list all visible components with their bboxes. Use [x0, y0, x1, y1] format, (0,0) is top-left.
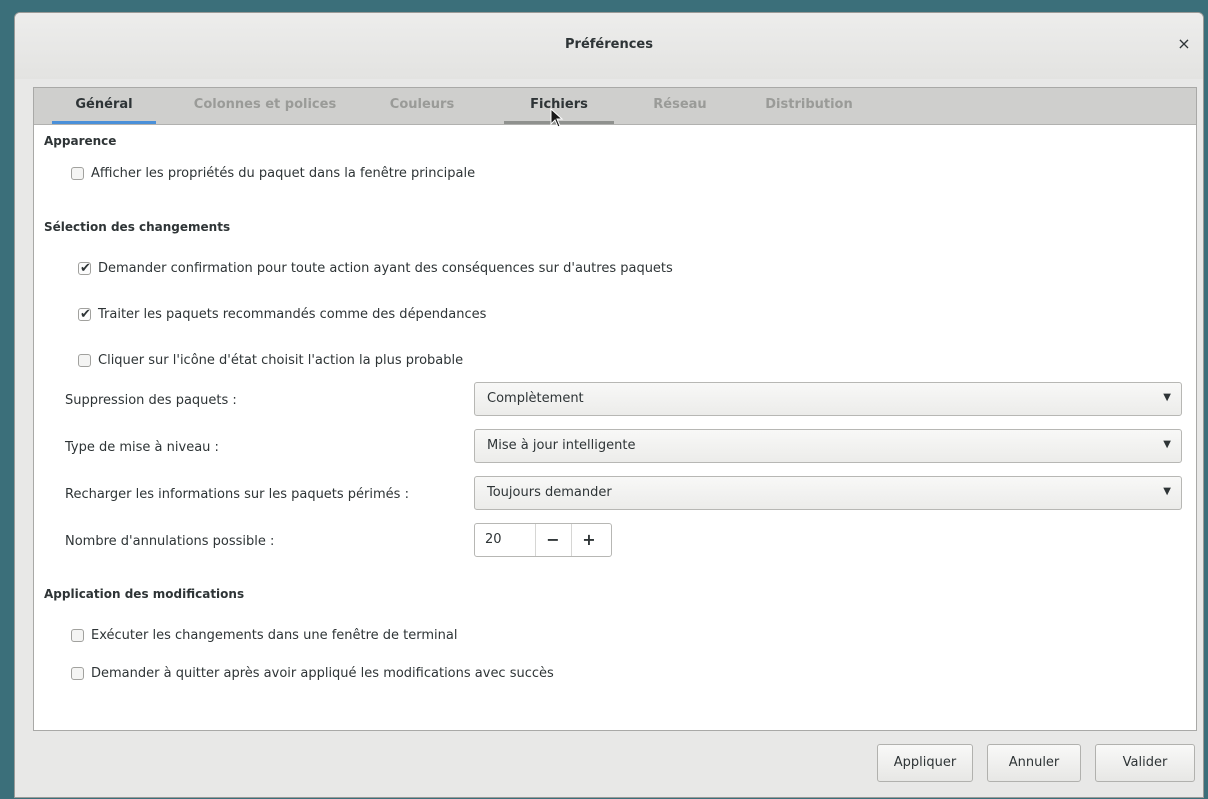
- preferences-notebook: Général Colonnes et polices Couleurs Fic…: [33, 87, 1197, 731]
- reload-info-value: Toujours demander: [487, 485, 612, 500]
- tab-general[interactable]: Général: [52, 88, 156, 124]
- general-tab-content: Apparence Afficher les propriétés du paq…: [34, 124, 1196, 730]
- confirm-changes-label: Demander confirmation pour toute action …: [98, 261, 673, 276]
- tab-network[interactable]: Réseau: [638, 88, 722, 124]
- window-title: Préférences: [565, 37, 653, 52]
- removal-value: Complètement: [487, 391, 584, 406]
- ok-button[interactable]: Valider: [1095, 744, 1195, 782]
- titlebar: Préférences ×: [15, 13, 1203, 79]
- increment-button[interactable]: +: [571, 524, 606, 556]
- undo-count-spinbutton[interactable]: 20 − +: [474, 523, 612, 557]
- dropdown-arrow-icon: ▼: [1163, 439, 1171, 450]
- treat-recommends-checkbox[interactable]: ✔: [78, 307, 91, 322]
- undo-count-value[interactable]: 20: [485, 532, 502, 547]
- run-in-terminal-label: Exécuter les changements dans une fenêtr…: [91, 628, 458, 643]
- section-apply-heading: Application des modifications: [44, 587, 245, 601]
- upgrade-type-value: Mise à jour intelligente: [487, 438, 636, 453]
- ask-quit-label: Demander à quitter après avoir appliqué …: [91, 666, 554, 681]
- cancel-button[interactable]: Annuler: [987, 744, 1081, 782]
- treat-recommends-label: Traiter les paquets recommandés comme de…: [98, 307, 487, 322]
- preferences-window: Préférences × Général Colonnes et police…: [14, 12, 1204, 798]
- reload-info-combo[interactable]: Toujours demander ▼: [474, 476, 1182, 510]
- upgrade-type-label: Type de mise à niveau :: [65, 440, 219, 455]
- run-in-terminal-checkbox[interactable]: [71, 629, 84, 642]
- upgrade-type-combo[interactable]: Mise à jour intelligente ▼: [474, 429, 1182, 463]
- dropdown-arrow-icon: ▼: [1163, 486, 1171, 497]
- ask-quit-checkbox[interactable]: [71, 667, 84, 680]
- mouse-pointer-icon: [550, 108, 564, 128]
- tab-bar: Général Colonnes et polices Couleurs Fic…: [34, 88, 1196, 125]
- apply-button[interactable]: Appliquer: [877, 744, 973, 782]
- decrement-button[interactable]: −: [535, 524, 570, 556]
- click-status-icon-checkbox[interactable]: [78, 354, 91, 367]
- tab-colors[interactable]: Couleurs: [374, 88, 470, 124]
- show-package-properties-checkbox[interactable]: [71, 167, 84, 180]
- dropdown-arrow-icon: ▼: [1163, 392, 1171, 403]
- checkmark-icon: ✔: [80, 261, 91, 276]
- removal-combo[interactable]: Complètement ▼: [474, 382, 1182, 416]
- click-status-icon-label: Cliquer sur l'icône d'état choisit l'act…: [98, 353, 464, 368]
- checkmark-icon: ✔: [80, 307, 91, 322]
- close-icon[interactable]: ×: [1175, 35, 1193, 53]
- reload-info-label: Recharger les informations sur les paque…: [65, 487, 409, 502]
- section-selection-heading: Sélection des changements: [44, 220, 231, 234]
- removal-label: Suppression des paquets :: [65, 393, 237, 408]
- section-appearance-heading: Apparence: [44, 134, 117, 148]
- confirm-changes-checkbox[interactable]: ✔: [78, 261, 91, 276]
- tab-distribution[interactable]: Distribution: [746, 88, 872, 124]
- tab-columns-fonts[interactable]: Colonnes et polices: [180, 88, 350, 124]
- undo-count-label: Nombre d'annulations possible :: [65, 534, 275, 549]
- show-package-properties-label: Afficher les propriétés du paquet dans l…: [91, 166, 476, 181]
